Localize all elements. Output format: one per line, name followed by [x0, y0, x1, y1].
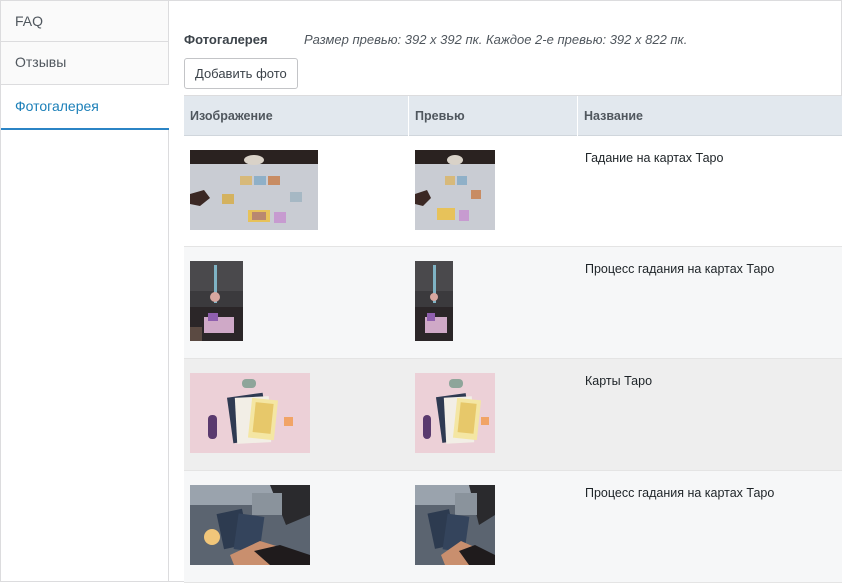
tarot-reading-candles-photo[interactable]	[190, 261, 243, 341]
column-preview: Превью	[409, 96, 578, 136]
name-cell: Процесс гадания на картах Таро	[585, 486, 775, 500]
gallery-title: Фотогалерея	[184, 32, 268, 47]
image-cell	[184, 471, 409, 582]
image-cell	[184, 359, 409, 470]
tab-faq[interactable]: FAQ	[1, 1, 168, 42]
tarot-hands-cards-preview[interactable]	[415, 485, 495, 565]
name-cell: Процесс гадания на картах Таро	[585, 262, 775, 276]
name-cell: Карты Таро	[585, 374, 653, 388]
sidebar: FAQ Отзывы Фотогалерея	[1, 1, 169, 581]
table-row[interactable]: Карты Таро	[184, 359, 842, 471]
tab-photo-gallery[interactable]: Фотогалерея	[1, 85, 169, 130]
table-header: Изображение Превью Название	[184, 96, 842, 136]
add-photo-button[interactable]: Добавить фото	[184, 58, 298, 89]
preview-cell	[409, 359, 578, 470]
image-cell	[184, 247, 409, 358]
preview-size-note: Размер превью: 392 x 392 пк. Каждое 2-е …	[304, 32, 688, 47]
gallery-table: Изображение Превью Название Гадание на к…	[184, 95, 842, 583]
tab-reviews[interactable]: Отзывы	[1, 42, 168, 85]
table-row[interactable]: Гадание на картах Таро	[184, 136, 842, 247]
table-row[interactable]: Процесс гадания на картах Таро	[184, 247, 842, 359]
tarot-reading-candles-preview[interactable]	[415, 261, 453, 341]
tarot-hands-cards-photo[interactable]	[190, 485, 310, 565]
column-name: Название	[584, 109, 644, 123]
column-image: Изображение	[184, 96, 409, 136]
tarot-cards-pink-background-photo[interactable]	[190, 373, 310, 453]
preview-cell	[409, 471, 578, 582]
tarot-cards-on-tablecloth-preview[interactable]	[415, 150, 495, 230]
preview-cell	[409, 136, 578, 246]
settings-frame: FAQ Отзывы Фотогалерея Фотогалерея Разме…	[0, 0, 842, 583]
name-cell: Гадание на картах Таро	[585, 151, 724, 165]
preview-cell	[409, 247, 578, 358]
table-row[interactable]: Процесс гадания на картах Таро	[184, 471, 842, 583]
tarot-cards-on-tablecloth-photo[interactable]	[190, 150, 318, 230]
gallery-panel: Фотогалерея Размер превью: 392 x 392 пк.…	[184, 1, 842, 583]
gallery-header: Фотогалерея Размер превью: 392 x 392 пк.…	[184, 32, 687, 47]
image-cell	[184, 136, 409, 246]
tarot-cards-pink-background-preview[interactable]	[415, 373, 495, 453]
